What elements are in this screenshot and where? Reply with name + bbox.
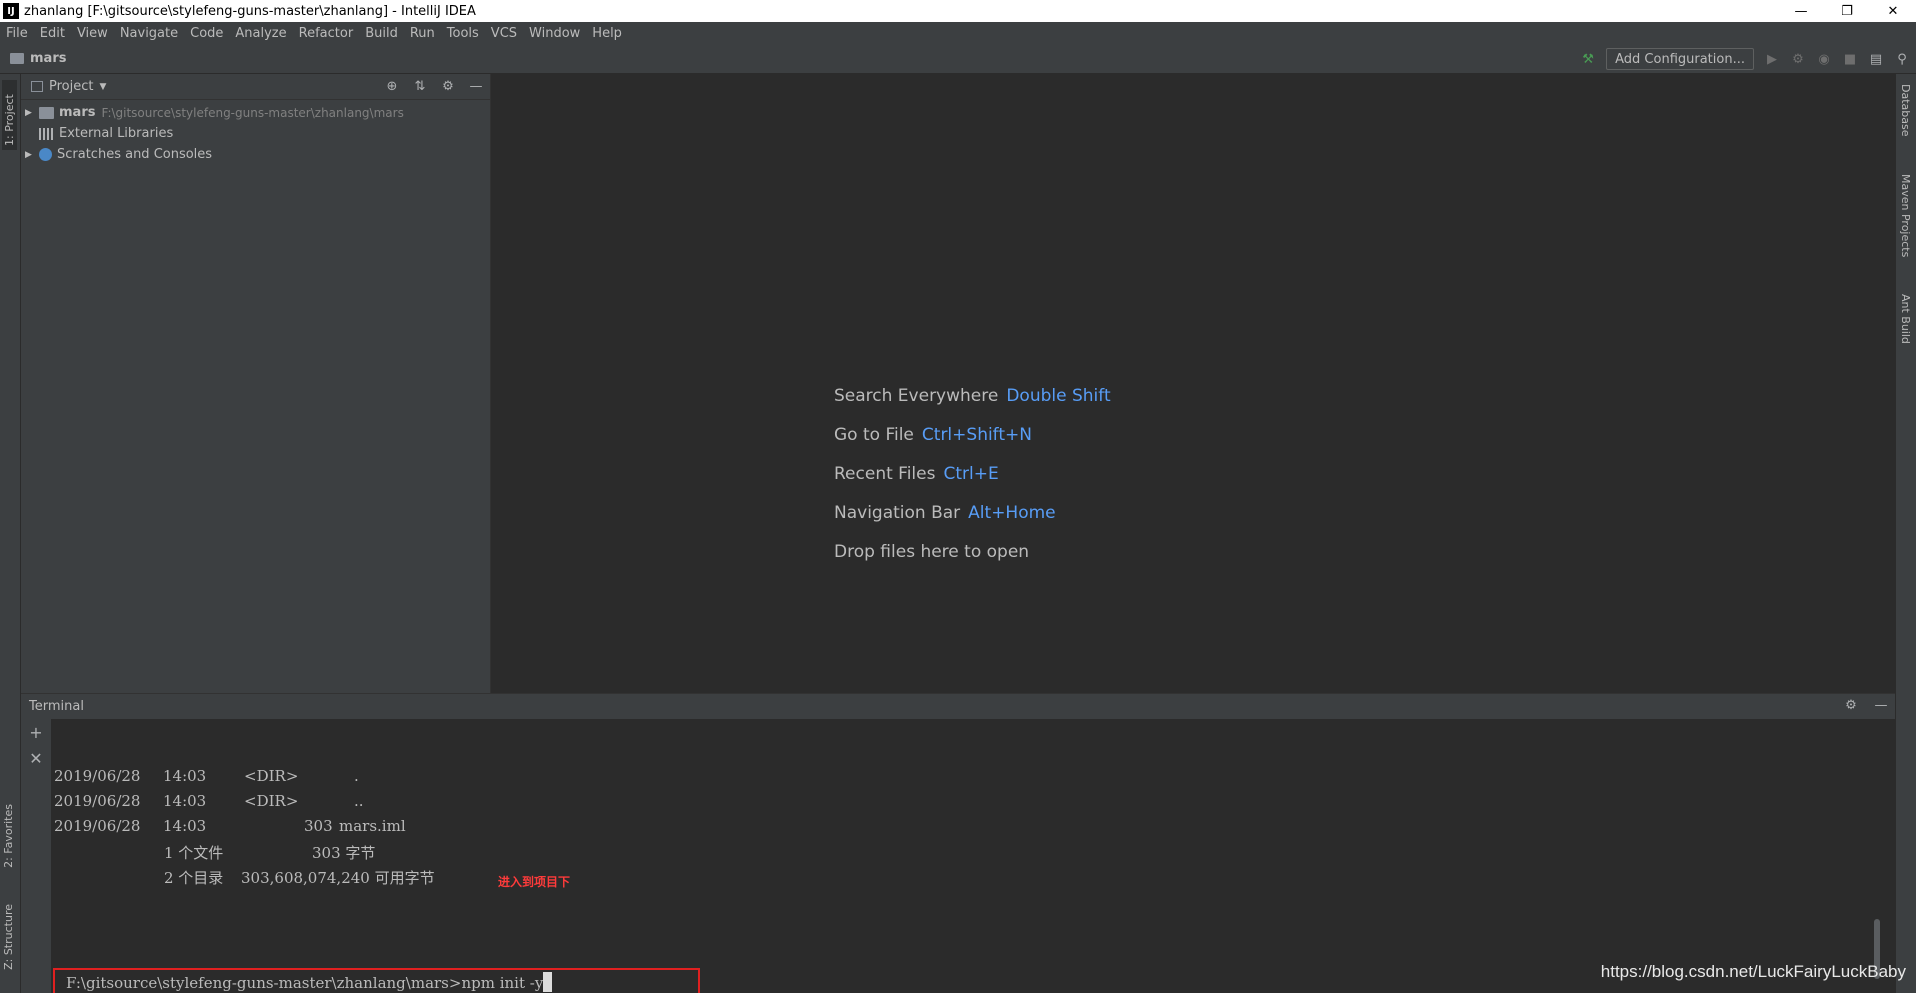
text-cursor [543,972,553,992]
close-button[interactable]: ✕ [1870,0,1916,22]
window-title-bar: IJ zhanlang [F:\gitsource\stylefeng-guns… [0,0,1916,22]
terminal-title[interactable]: Terminal [29,699,84,714]
tree-item-external-libraries[interactable]: External Libraries [21,123,490,144]
terminal-output[interactable]: 2019/06/28 14:03 <DIR>. 2019/06/28 14:03 <DI… [53,719,1884,993]
menu-view[interactable]: View [77,26,108,41]
navigation-bar: mars ⚒ Add Configuration... ▶ ⚙ ◉ ■ ▤ ⚲ [0,44,1916,74]
scratches-icon [39,148,52,161]
hint-search-everywhere: Search Everywhere Double Shift [834,386,1111,406]
editor-empty-hints: Search Everywhere Double Shift Go to File… [834,386,1111,581]
menu-refactor[interactable]: Refactor [299,26,354,41]
tool-tab-favorites[interactable]: 2: Favorites [2,804,15,868]
library-icon [39,127,54,140]
tree-item-label: Scratches and Consoles [57,147,213,162]
project-tree: ▶ mars F:\gitsource\stylefeng-guns-maste… [21,100,490,165]
project-panel-title[interactable]: Project [49,79,93,94]
menu-bar: File Edit View Navigate Code Analyze Ref… [0,22,1916,44]
terminal-header: Terminal ⚙ — [21,693,1895,719]
annotation-note: 进入到项目下 [498,875,571,889]
terminal-prompt: F:\gitsource\stylefeng-guns-master\zhanl… [66,974,462,992]
window-title: zhanlang [F:\gitsource\stylefeng-guns-ma… [24,3,476,19]
menu-tools[interactable]: Tools [447,26,479,41]
terminal-line: 2019/06/28 14:03 <DIR>.. [54,792,364,810]
run-icon[interactable]: ▶ [1764,51,1780,67]
tree-item-mars[interactable]: ▶ mars F:\gitsource\stylefeng-guns-maste… [21,102,490,123]
breadcrumb-project: mars [30,51,67,66]
gear-icon[interactable]: ⚙ [440,78,456,94]
folder-icon [10,53,24,64]
coverage-icon[interactable]: ◉ [1816,51,1832,67]
menu-edit[interactable]: Edit [40,26,65,41]
tool-tab-ant-build[interactable]: Ant Build [1899,294,1912,344]
hide-panel-icon[interactable]: — [468,78,484,94]
tool-tab-project[interactable]: 1: Project [2,80,17,150]
tree-item-path: F:\gitsource\stylefeng-guns-master\zhanl… [101,105,404,120]
stop-icon[interactable]: ■ [1842,51,1858,67]
tool-tab-structure[interactable]: Z: Structure [2,904,15,970]
chevron-down-icon[interactable]: ▼ [99,82,106,92]
terminal-command: npm init -y [461,974,544,992]
tool-tab-maven[interactable]: Maven Projects [1899,174,1912,257]
collapse-all-icon[interactable]: ⇅ [412,78,428,94]
left-tool-strip: 1: Project 2: Favorites Z: Structure [0,74,21,993]
hint-navigation-bar: Navigation Bar Alt+Home [834,503,1056,523]
menu-vcs[interactable]: VCS [491,26,517,41]
search-icon[interactable]: ⚲ [1894,51,1910,67]
project-panel: Project ▼ ⊕ ⇅ ⚙ — ▶ mars F:\gitsource\st… [21,74,491,693]
terminal-panel: Terminal ⚙ — + ✕ 2019/06/28 14:03 <DIR>. 2… [21,693,1895,993]
watermark-url: https://blog.csdn.net/LuckFairyLuckBaby [1600,962,1906,981]
terminal-line: 1 个文件 303 字节 [164,844,376,862]
menu-analyze[interactable]: Analyze [235,26,286,41]
menu-file[interactable]: File [6,26,28,41]
new-session-plus-icon[interactable]: + [21,719,51,745]
terminal-line: 2 个目录 303,608,074,240 可用字节 [164,869,435,887]
add-configuration-button[interactable]: Add Configuration... [1606,48,1754,70]
hide-panel-icon[interactable]: — [1873,697,1889,713]
project-structure-icon[interactable]: ▤ [1868,51,1884,67]
hint-go-to-file: Go to File Ctrl+Shift+N [834,425,1032,445]
module-folder-icon [39,106,54,119]
build-hammer-icon[interactable]: ⚒ [1580,51,1596,67]
menu-code[interactable]: Code [190,26,223,41]
breadcrumb[interactable]: mars [10,51,66,66]
locate-file-icon[interactable]: ⊕ [384,78,400,94]
intellij-app-icon: IJ [3,3,19,19]
restore-button[interactable]: ❐ [1824,0,1870,22]
tool-tab-database[interactable]: Database [1899,84,1912,137]
menu-navigate[interactable]: Navigate [120,26,178,41]
menu-window[interactable]: Window [529,26,580,41]
expand-arrow-icon[interactable]: ▶ [25,150,39,160]
tree-item-label: External Libraries [59,126,174,141]
terminal-line: 2019/06/28 14:03 <DIR>. [54,767,359,785]
menu-build[interactable]: Build [365,26,398,41]
menu-run[interactable]: Run [410,26,435,41]
minimize-button[interactable]: — [1778,0,1824,22]
project-panel-header: Project ▼ ⊕ ⇅ ⚙ — [21,74,490,100]
hint-drop-files: Drop files here to open [834,542,1030,562]
expand-arrow-icon[interactable]: ▶ [25,108,39,118]
terminal-command-line[interactable]: F:\gitsource\stylefeng-guns-master\zhanl… [66,972,553,992]
tree-item-label: mars [59,105,96,120]
editor-area[interactable]: Search Everywhere Double Shift Go to File… [491,74,1895,693]
debug-icon[interactable]: ⚙ [1790,51,1806,67]
menu-help[interactable]: Help [592,26,622,41]
terminal-line: 2019/06/28 14:03 303 mars.iml [54,817,406,835]
right-tool-strip: Database Maven Projects Ant Build [1895,74,1916,993]
hint-recent-files: Recent Files Ctrl+E [834,464,999,484]
gear-icon[interactable]: ⚙ [1843,697,1859,713]
terminal-side-toolbar: + ✕ [21,719,51,993]
close-session-icon[interactable]: ✕ [21,745,51,771]
project-view-icon [31,81,43,92]
tree-item-scratches[interactable]: ▶ Scratches and Consoles [21,144,490,165]
